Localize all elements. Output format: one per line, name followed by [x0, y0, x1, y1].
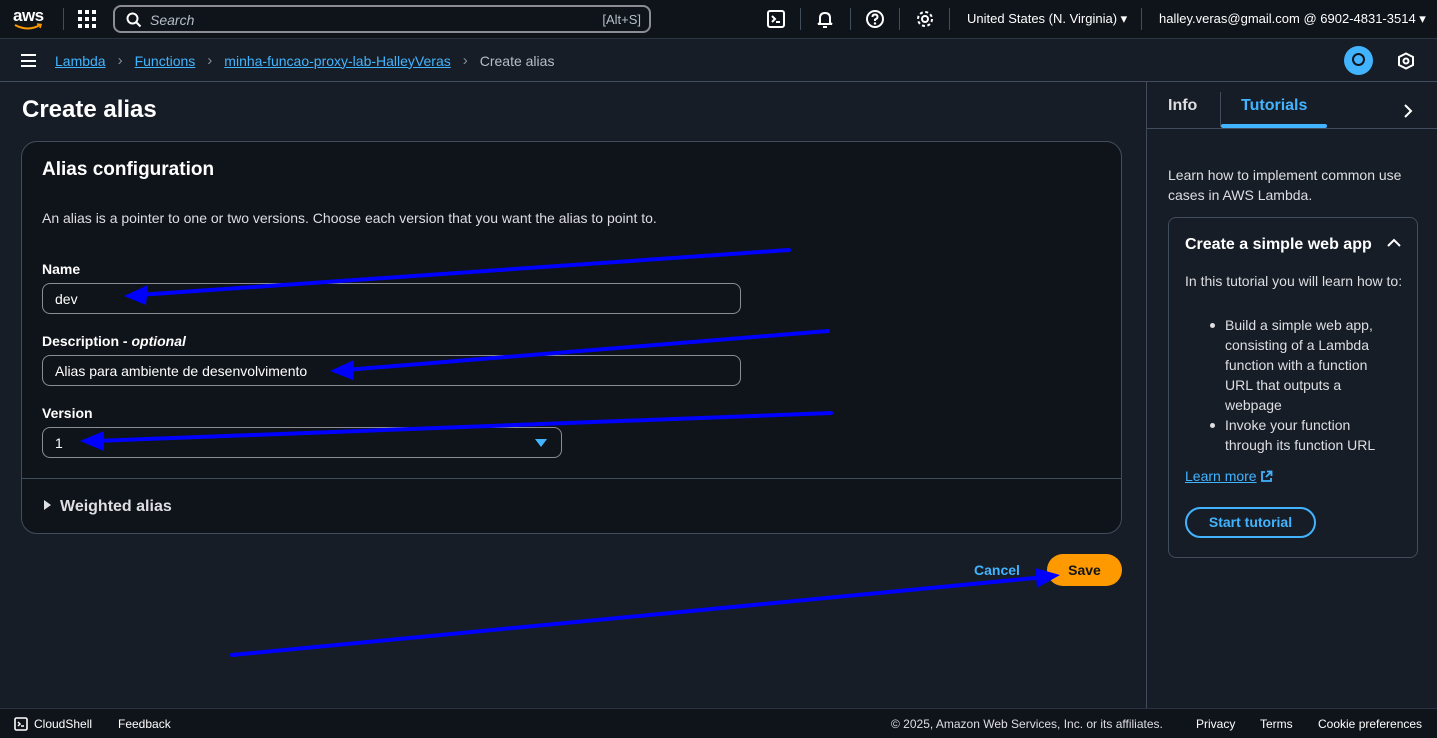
search-placeholder: Search: [150, 12, 195, 28]
cloudshell-icon[interactable]: [766, 9, 786, 29]
footer: CloudShell Feedback © 2025, Amazon Web S…: [0, 708, 1437, 738]
tab-tutorials[interactable]: Tutorials: [1241, 97, 1307, 115]
panel-title: Alias configuration: [42, 159, 215, 180]
account-menu[interactable]: halley.veras@gmail.com @ 6902-4831-3514 …: [1159, 11, 1426, 27]
divider: [1147, 128, 1437, 129]
breadcrumb-function-name[interactable]: minha-funcao-proxy-lab-HalleyVeras: [224, 53, 450, 69]
apps-grid-icon[interactable]: [78, 10, 96, 28]
optional-tag: optional: [131, 333, 186, 349]
alias-configuration-panel: Alias configuration An alias is a pointe…: [21, 141, 1122, 534]
caret-right-icon: [44, 500, 51, 510]
tab-info[interactable]: Info: [1168, 97, 1197, 115]
bell-icon[interactable]: [815, 9, 835, 29]
search-input[interactable]: Search [Alt+S]: [113, 5, 651, 33]
top-navigation: aws Search [Alt+S] United States (N. Vir…: [0, 0, 1437, 39]
cloudshell-icon: [14, 717, 28, 731]
version-label: Version: [42, 405, 93, 421]
tutorial-bullets: Build a simple web app, consisting of a …: [1210, 315, 1395, 455]
description-field[interactable]: Alias para ambiente de desenvolvimento: [42, 355, 741, 386]
cloudshell-link[interactable]: CloudShell: [34, 717, 92, 731]
divider: [899, 8, 900, 30]
search-icon: [126, 12, 142, 28]
caret-down-icon: [535, 439, 547, 447]
divider: [1141, 8, 1142, 30]
tutorial-title: Create a simple web app: [1185, 236, 1372, 253]
gear-icon[interactable]: [915, 9, 935, 29]
cookie-preferences-link[interactable]: Cookie preferences: [1318, 717, 1422, 731]
chevron-right-icon: ›: [117, 52, 123, 69]
divider: [800, 8, 801, 30]
divider: [63, 8, 64, 30]
name-field[interactable]: dev: [42, 283, 741, 314]
divider: [850, 8, 851, 30]
name-label: Name: [42, 261, 81, 277]
divider: [22, 478, 1121, 479]
list-item: Build a simple web app, consisting of a …: [1210, 315, 1395, 415]
weighted-alias-toggle[interactable]: Weighted alias: [44, 498, 172, 516]
shield-icon[interactable]: [1397, 52, 1415, 70]
aws-logo[interactable]: aws: [13, 6, 47, 32]
privacy-link[interactable]: Privacy: [1196, 717, 1235, 731]
panel-description: An alias is a pointer to one or two vers…: [42, 210, 657, 226]
breadcrumb-current: Create alias: [479, 52, 555, 69]
external-link-icon: [1260, 470, 1272, 482]
divider: [949, 8, 950, 30]
menu-icon[interactable]: [21, 54, 36, 67]
tutorials-intro: Learn how to implement common use cases …: [1168, 167, 1402, 203]
learn-more-label: Learn more: [1185, 468, 1257, 484]
caret-up-icon[interactable]: [1387, 238, 1401, 247]
annotation-arrow: [230, 568, 1060, 657]
weighted-alias-label: Weighted alias: [60, 498, 172, 515]
breadcrumb-functions[interactable]: Functions: [135, 53, 196, 69]
version-value: 1: [55, 435, 63, 451]
breadcrumb-lambda[interactable]: Lambda: [55, 53, 106, 69]
chevron-right-icon: ›: [207, 52, 213, 69]
cancel-button[interactable]: Cancel: [974, 562, 1020, 578]
search-shortcut: [Alt+S]: [602, 12, 641, 27]
version-select[interactable]: 1: [42, 427, 562, 458]
feedback-link[interactable]: Feedback: [118, 717, 171, 731]
info-icon[interactable]: [1344, 46, 1373, 75]
help-side-panel: Info Tutorials Learn how to implement co…: [1146, 82, 1437, 708]
page-title: Create alias: [22, 96, 157, 123]
help-icon[interactable]: [865, 9, 885, 29]
chevron-right-icon[interactable]: [1403, 104, 1413, 118]
list-item: Invoke your function through its functio…: [1210, 415, 1395, 455]
description-label-text: Description -: [42, 333, 132, 349]
divider: [1220, 92, 1221, 127]
description-label: Description - optional: [42, 333, 186, 349]
save-button[interactable]: Save: [1047, 554, 1122, 586]
chevron-right-icon: ›: [462, 52, 468, 69]
copyright-text: © 2025, Amazon Web Services, Inc. or its…: [891, 717, 1163, 731]
tutorial-text: In this tutorial you will learn how to:: [1185, 273, 1403, 289]
tutorial-card: Create a simple web app In this tutorial…: [1168, 217, 1418, 558]
start-tutorial-button[interactable]: Start tutorial: [1185, 507, 1316, 538]
breadcrumb: Lambda › Functions › minha-funcao-proxy-…: [55, 52, 554, 69]
region-selector[interactable]: United States (N. Virginia) ▾: [967, 11, 1127, 27]
learn-more-link[interactable]: Learn more: [1185, 468, 1273, 484]
terms-link[interactable]: Terms: [1260, 717, 1293, 731]
breadcrumb-bar: Lambda › Functions › minha-funcao-proxy-…: [0, 40, 1437, 82]
